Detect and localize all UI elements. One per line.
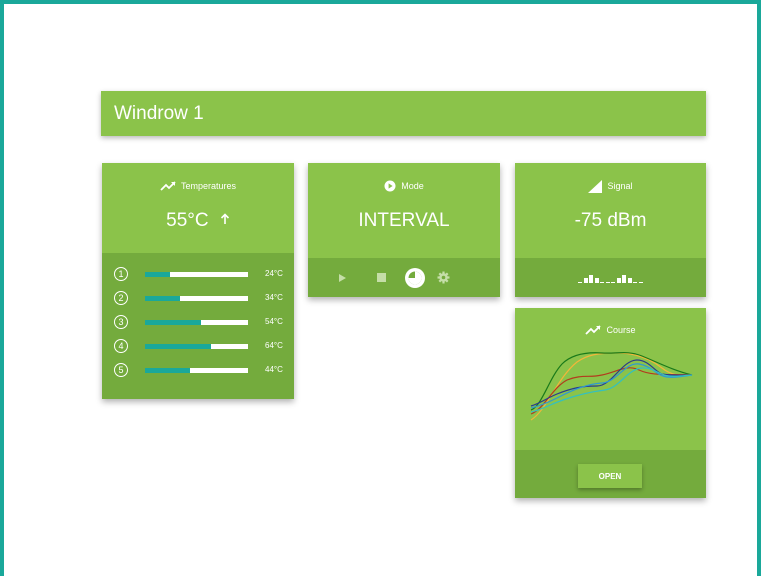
signal-history <box>515 258 706 297</box>
windrow-title-bar: Windrow 1 <box>101 91 706 136</box>
sensor-bar-fill <box>145 296 181 301</box>
stop-icon <box>376 273 386 282</box>
sensor-bar-fill <box>145 368 191 373</box>
signal-title: Signal <box>607 181 633 191</box>
temperatures-header: Temperatures <box>102 178 294 194</box>
signal-history-bar <box>600 282 605 283</box>
mode-value: INTERVAL <box>358 210 450 231</box>
signal-card: Signal -75 dBm <box>515 163 706 297</box>
signal-value: -75 dBm <box>574 210 647 231</box>
mode-card: Mode INTERVAL <box>308 163 500 297</box>
sensor-bar-fill <box>145 320 201 325</box>
sensor-row: 2 34°C <box>102 290 294 308</box>
temperature-value: 55°C <box>166 210 209 231</box>
sensor-row: 5 44°C <box>102 362 294 380</box>
sensor-row: 4 64°C <box>102 338 294 356</box>
settings-button[interactable] <box>435 258 451 297</box>
stop-button[interactable] <box>373 258 389 297</box>
window-title: Windrow 1 <box>114 103 204 124</box>
signal-history-bar <box>622 275 627 283</box>
course-line-green <box>530 352 693 411</box>
signal-history-bar <box>605 282 610 283</box>
signal-history-bar <box>589 275 594 283</box>
sensor-number: 2 <box>114 291 128 305</box>
sensor-row: 1 24°C <box>102 266 294 284</box>
signal-strength-icon <box>588 179 603 193</box>
signal-history-bar <box>633 282 638 283</box>
course-card: Course OPEN <box>515 308 706 498</box>
sensor-value: 64°C <box>265 341 283 350</box>
sensor-value: 44°C <box>265 365 283 374</box>
signal-header: Signal <box>515 178 706 194</box>
course-chart <box>530 352 693 421</box>
play-button[interactable] <box>337 258 347 297</box>
interval-button[interactable] <box>403 258 427 297</box>
temperatures-card: Temperatures 55°C 1 24°C 2 34°C 3 54°C 4… <box>102 163 294 399</box>
mode-title: Mode <box>401 181 424 191</box>
sensor-number: 4 <box>114 339 128 353</box>
signal-history-bar <box>611 282 616 283</box>
temperatures-title: Temperatures <box>180 181 237 191</box>
sensor-number: 1 <box>114 267 128 281</box>
trending-up-icon <box>585 325 602 335</box>
play-circle-icon <box>384 180 396 192</box>
mode-header: Mode <box>308 178 500 194</box>
signal-history-bar <box>638 282 643 283</box>
open-button[interactable]: OPEN <box>578 464 642 488</box>
sensor-value: 24°C <box>265 269 283 278</box>
sensor-bar <box>145 320 248 325</box>
settings-icon <box>437 271 449 284</box>
sensor-bar <box>145 296 248 301</box>
course-header: Course <box>515 322 706 338</box>
trending-up-icon <box>160 181 176 191</box>
play-icon <box>339 273 346 282</box>
signal-history-bar <box>583 278 588 283</box>
signal-history-bar <box>627 278 632 283</box>
temperature-value-row: 55°C <box>102 210 294 232</box>
interval-icon <box>405 267 425 288</box>
mode-controls <box>308 258 500 297</box>
app-frame: Windrow 1 Temperatures 55°C 1 24°C 2 34°… <box>0 0 761 576</box>
signal-history-bar <box>616 278 621 283</box>
sensor-bar <box>145 368 248 373</box>
course-line-teal <box>530 363 693 409</box>
sensor-value: 54°C <box>265 317 283 326</box>
sensor-bar <box>145 344 248 349</box>
course-line-orange <box>530 352 693 421</box>
sensor-number: 5 <box>114 363 128 377</box>
signal-history-bars <box>515 258 706 297</box>
sensor-bar-fill <box>145 272 170 277</box>
sensor-bar-fill <box>145 344 211 349</box>
signal-history-bar <box>578 282 583 283</box>
sensor-value: 34°C <box>265 293 283 302</box>
sensor-list: 1 24°C 2 34°C 3 54°C 4 64°C 5 44°C <box>102 253 294 399</box>
signal-history-bar <box>594 278 599 283</box>
arrow-up-icon <box>220 213 229 224</box>
course-title: Course <box>606 325 636 335</box>
sensor-number: 3 <box>114 315 128 329</box>
sensor-bar <box>145 272 248 277</box>
sensor-row: 3 54°C <box>102 314 294 332</box>
